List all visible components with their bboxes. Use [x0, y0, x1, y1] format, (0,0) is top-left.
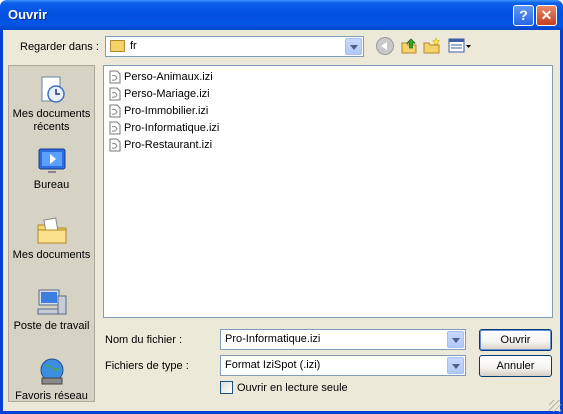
place-label: Poste de travail: [13, 320, 90, 332]
lookin-label: Regarder dans :: [20, 41, 99, 53]
list-item[interactable]: Pro-Informatique.izi: [108, 120, 308, 136]
document-icon: [109, 70, 121, 84]
desktop-icon: [38, 148, 65, 173]
place-desktop[interactable]: Bureau: [9, 145, 94, 192]
chevron-down-icon[interactable]: [447, 357, 464, 374]
my-documents-icon: [37, 217, 66, 244]
open-button[interactable]: Ouvrir: [479, 329, 552, 351]
filetype-value: Format IziSpot (.izi): [225, 359, 321, 371]
back-icon[interactable]: [376, 37, 394, 55]
file-name: Perso-Mariage.izi: [124, 88, 210, 100]
chevron-down-icon[interactable]: [345, 38, 362, 55]
document-icon: [109, 87, 121, 101]
file-name: Pro-Informatique.izi: [124, 122, 220, 134]
place-label: Mes documents récents: [12, 108, 91, 133]
help-button[interactable]: ?: [513, 5, 534, 26]
up-folder-icon[interactable]: [400, 37, 418, 55]
filename-field[interactable]: Pro-Informatique.izi: [220, 329, 466, 350]
lookin-value: fr: [130, 40, 137, 52]
file-list[interactable]: Perso-Animaux.izi Perso-Mariage.izi Pro-…: [103, 65, 553, 318]
views-icon[interactable]: [448, 37, 472, 55]
new-folder-icon[interactable]: [423, 37, 441, 55]
document-icon: [109, 138, 121, 152]
readonly-label[interactable]: Ouvrir en lecture seule: [237, 382, 348, 394]
list-item[interactable]: Perso-Mariage.izi: [108, 86, 308, 102]
place-label: Mes documents: [12, 249, 91, 261]
place-my-computer[interactable]: Poste de travail: [9, 286, 94, 333]
file-name: Perso-Animaux.izi: [124, 71, 213, 83]
filetype-select[interactable]: Format IziSpot (.izi): [220, 355, 466, 376]
my-computer-icon: [37, 289, 66, 315]
list-item[interactable]: Pro-Restaurant.izi: [108, 137, 308, 153]
file-name: Pro-Immobilier.izi: [124, 105, 209, 117]
document-icon: [109, 104, 121, 118]
places-bar: Mes documents récents Bureau Mes documen…: [8, 65, 95, 402]
place-label: Bureau: [33, 179, 70, 191]
lookin-combo[interactable]: fr: [105, 36, 364, 57]
place-my-documents[interactable]: Mes documents: [9, 215, 94, 262]
window-title: Ouvrir: [8, 7, 48, 22]
file-name: Pro-Restaurant.izi: [124, 139, 213, 151]
place-network[interactable]: Favoris réseau: [9, 356, 94, 403]
place-recent[interactable]: Mes documents récents: [9, 74, 94, 134]
filename-value: Pro-Informatique.izi: [225, 333, 321, 345]
list-item[interactable]: Pro-Immobilier.izi: [108, 103, 308, 119]
resize-grip[interactable]: [549, 400, 561, 412]
place-label: Favoris réseau: [15, 390, 88, 402]
filename-label: Nom du fichier :: [105, 334, 183, 346]
folder-icon: [110, 40, 125, 52]
readonly-checkbox[interactable]: [220, 381, 233, 394]
title-bar[interactable]: Ouvrir ? ✕: [0, 0, 563, 30]
document-icon: [109, 121, 121, 135]
chevron-down-icon[interactable]: [447, 331, 464, 348]
close-button[interactable]: ✕: [536, 5, 557, 26]
network-places-icon: [40, 358, 63, 385]
list-item[interactable]: Perso-Animaux.izi: [108, 69, 308, 85]
filetype-label: Fichiers de type :: [105, 360, 189, 372]
recent-documents-icon: [41, 76, 65, 103]
cancel-button[interactable]: Annuler: [479, 355, 552, 377]
